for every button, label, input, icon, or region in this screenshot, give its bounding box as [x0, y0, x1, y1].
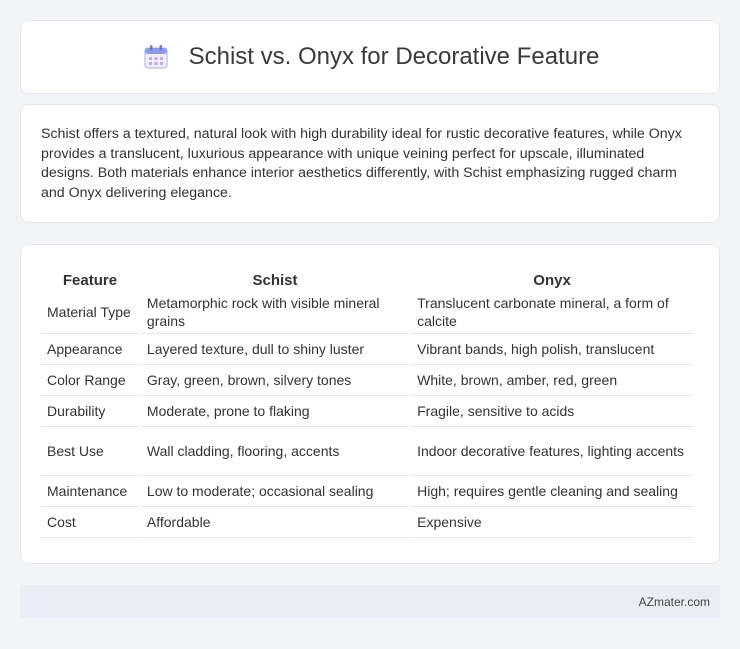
page-title: Schist vs. Onyx for Decorative Feature — [188, 43, 600, 70]
onyx-cell: Translucent carbonate mineral, a form of… — [411, 291, 693, 334]
table-row: Color Range Gray, green, brown, silvery … — [41, 365, 693, 396]
column-header-feature: Feature — [62, 271, 118, 289]
calendar-icon — [141, 42, 171, 72]
title-card: Schist vs. Onyx for Decorative Feature — [20, 20, 720, 94]
row-label: Maintenance — [41, 476, 139, 507]
onyx-cell: Fragile, sensitive to acids — [411, 396, 693, 427]
row-label: Durability — [41, 396, 139, 427]
comparison-table-card: Feature Schist Onyx Material Type Metamo… — [20, 244, 720, 564]
row-label: Material Type — [41, 291, 139, 334]
schist-cell: Wall cladding, flooring, accents — [140, 427, 410, 476]
column-header-onyx: Onyx — [533, 271, 571, 289]
table-row: Durability Moderate, prone to flaking Fr… — [41, 396, 693, 427]
schist-cell: Metamorphic rock with visible mineral gr… — [140, 291, 410, 334]
schist-cell: Gray, green, brown, silvery tones — [140, 365, 410, 396]
table-row: Best Use Wall cladding, flooring, accent… — [41, 427, 693, 476]
onyx-cell: Indoor decorative features, lighting acc… — [411, 427, 693, 476]
row-label: Best Use — [41, 427, 139, 476]
onyx-cell: Expensive — [411, 507, 693, 538]
table-row: Maintenance Low to moderate; occasional … — [41, 476, 693, 507]
row-label: Appearance — [41, 334, 139, 365]
footer-bar: AZmater.com — [20, 585, 720, 618]
row-label: Color Range — [41, 365, 139, 396]
schist-cell: Moderate, prone to flaking — [140, 396, 410, 427]
table-row: Appearance Layered texture, dull to shin… — [41, 334, 693, 365]
table-row: Cost Affordable Expensive — [41, 507, 693, 538]
table-row: Material Type Metamorphic rock with visi… — [41, 291, 693, 334]
column-header-schist: Schist — [252, 271, 298, 289]
schist-cell: Affordable — [140, 507, 410, 538]
summary-card: Schist offers a textured, natural look w… — [20, 104, 720, 223]
row-label: Cost — [41, 507, 139, 538]
schist-cell: Layered texture, dull to shiny luster — [140, 334, 410, 365]
footer-brand: AZmater.com — [638, 594, 710, 609]
onyx-cell: Vibrant bands, high polish, translucent — [411, 334, 693, 365]
summary-text: Schist offers a textured, natural look w… — [41, 126, 682, 201]
onyx-cell: White, brown, amber, red, green — [411, 365, 693, 396]
schist-cell: Low to moderate; occasional sealing — [140, 476, 410, 507]
onyx-cell: High; requires gentle cleaning and seali… — [411, 476, 693, 507]
comparison-table: Feature Schist Onyx Material Type Metamo… — [39, 265, 695, 538]
table-header-row: Feature Schist Onyx — [41, 265, 693, 291]
